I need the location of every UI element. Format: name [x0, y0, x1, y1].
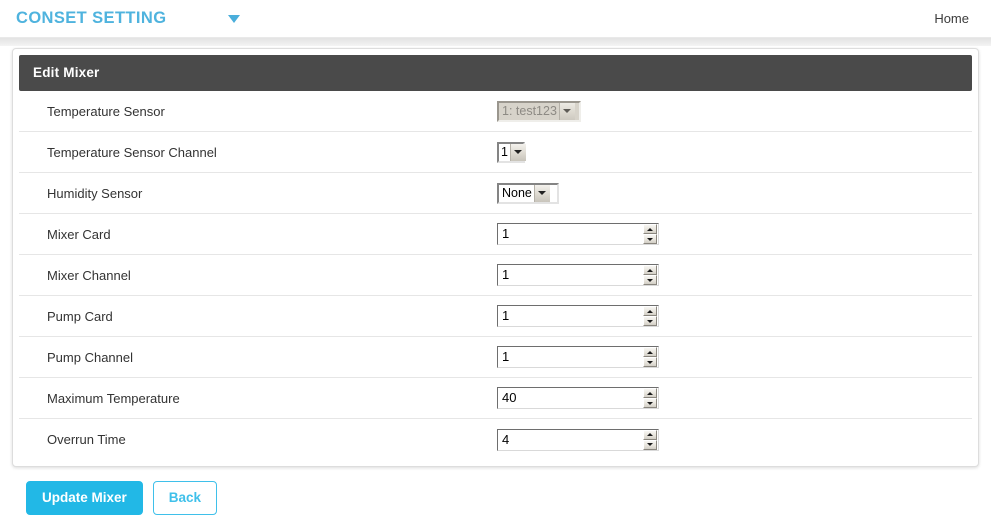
spinner-up-icon[interactable] [643, 265, 657, 275]
nav-link-home[interactable]: Home [934, 11, 969, 26]
dropdown-arrow-icon[interactable] [510, 144, 526, 161]
field-temperature-sensor-channel: 1 [497, 142, 972, 163]
update-mixer-button[interactable]: Update Mixer [26, 481, 143, 515]
spinner-up-icon[interactable] [643, 430, 657, 440]
field-pump-channel: 1 [497, 346, 972, 368]
label-maximum-temperature: Maximum Temperature [19, 391, 497, 406]
select-humidity-sensor-value: None [499, 185, 534, 202]
form-row-overrun-time: Overrun Time 4 [19, 419, 972, 460]
number-input-overrun-time[interactable]: 4 [497, 429, 659, 451]
number-input-maximum-temperature[interactable]: 40 [497, 387, 659, 409]
back-button[interactable]: Back [153, 481, 217, 515]
form-row-maximum-temperature: Maximum Temperature 40 [19, 378, 972, 419]
field-humidity-sensor: None [497, 183, 972, 204]
panel-wrapper: Edit Mixer Temperature Sensor 1: test123… [0, 48, 991, 467]
spinner-pump-channel[interactable] [643, 347, 657, 367]
number-input-mixer-card[interactable]: 1 [497, 223, 659, 245]
label-temperature-sensor-channel: Temperature Sensor Channel [19, 145, 497, 160]
field-mixer-card: 1 [497, 223, 972, 245]
label-overrun-time: Overrun Time [19, 432, 497, 447]
spinner-up-icon[interactable] [643, 388, 657, 398]
action-button-bar: Update Mixer Back [0, 467, 991, 515]
spinner-maximum-temperature[interactable] [643, 388, 657, 408]
brand-title[interactable]: CONSET SETTING [16, 9, 166, 28]
spinner-mixer-card[interactable] [643, 224, 657, 244]
spinner-down-icon[interactable] [643, 275, 657, 285]
field-maximum-temperature: 40 [497, 387, 972, 409]
top-navbar: CONSET SETTING Home [0, 0, 991, 38]
dropdown-arrow-icon [559, 103, 575, 120]
select-temperature-sensor-channel[interactable]: 1 [497, 142, 525, 163]
number-input-mixer-card-value: 1 [498, 224, 643, 244]
number-input-pump-channel[interactable]: 1 [497, 346, 659, 368]
edit-mixer-panel: Edit Mixer Temperature Sensor 1: test123… [12, 48, 979, 467]
label-pump-channel: Pump Channel [19, 350, 497, 365]
label-temperature-sensor: Temperature Sensor [19, 104, 497, 119]
select-temperature-sensor: 1: test123 [497, 101, 581, 122]
field-temperature-sensor: 1: test123 [497, 101, 972, 122]
spinner-up-icon[interactable] [643, 224, 657, 234]
page-top-strip [0, 38, 991, 46]
spinner-up-icon[interactable] [643, 306, 657, 316]
number-input-maximum-temperature-value: 40 [498, 388, 643, 408]
spinner-down-icon[interactable] [643, 316, 657, 326]
select-humidity-sensor[interactable]: None [497, 183, 559, 204]
form-row-mixer-channel: Mixer Channel 1 [19, 255, 972, 296]
form-row-temperature-sensor-channel: Temperature Sensor Channel 1 [19, 132, 972, 173]
dropdown-arrow-icon[interactable] [534, 185, 550, 202]
select-temperature-sensor-value: 1: test123 [499, 103, 559, 120]
form-row-pump-channel: Pump Channel 1 [19, 337, 972, 378]
label-mixer-channel: Mixer Channel [19, 268, 497, 283]
spinner-mixer-channel[interactable] [643, 265, 657, 285]
label-mixer-card: Mixer Card [19, 227, 497, 242]
field-pump-card: 1 [497, 305, 972, 327]
field-overrun-time: 4 [497, 429, 972, 451]
field-mixer-channel: 1 [497, 264, 972, 286]
select-temperature-sensor-channel-value: 1 [499, 144, 510, 161]
form-row-temperature-sensor: Temperature Sensor 1: test123 [19, 91, 972, 132]
label-pump-card: Pump Card [19, 309, 497, 324]
spinner-down-icon[interactable] [643, 440, 657, 450]
number-input-pump-channel-value: 1 [498, 347, 643, 367]
number-input-mixer-channel-value: 1 [498, 265, 643, 285]
form-body: Temperature Sensor 1: test123 Temperatur… [19, 91, 972, 460]
spinner-down-icon[interactable] [643, 234, 657, 244]
form-row-humidity-sensor: Humidity Sensor None [19, 173, 972, 214]
chevron-down-icon[interactable] [228, 15, 240, 23]
form-row-pump-card: Pump Card 1 [19, 296, 972, 337]
navbar-right: Home [934, 11, 969, 26]
page-content: Edit Mixer Temperature Sensor 1: test123… [0, 38, 991, 530]
spinner-down-icon[interactable] [643, 357, 657, 367]
label-humidity-sensor: Humidity Sensor [19, 186, 497, 201]
spinner-down-icon[interactable] [643, 398, 657, 408]
spinner-overrun-time[interactable] [643, 430, 657, 450]
spinner-up-icon[interactable] [643, 347, 657, 357]
number-input-pump-card[interactable]: 1 [497, 305, 659, 327]
number-input-pump-card-value: 1 [498, 306, 643, 326]
form-row-mixer-card: Mixer Card 1 [19, 214, 972, 255]
number-input-overrun-time-value: 4 [498, 430, 643, 450]
spinner-pump-card[interactable] [643, 306, 657, 326]
number-input-mixer-channel[interactable]: 1 [497, 264, 659, 286]
panel-title: Edit Mixer [19, 55, 972, 91]
